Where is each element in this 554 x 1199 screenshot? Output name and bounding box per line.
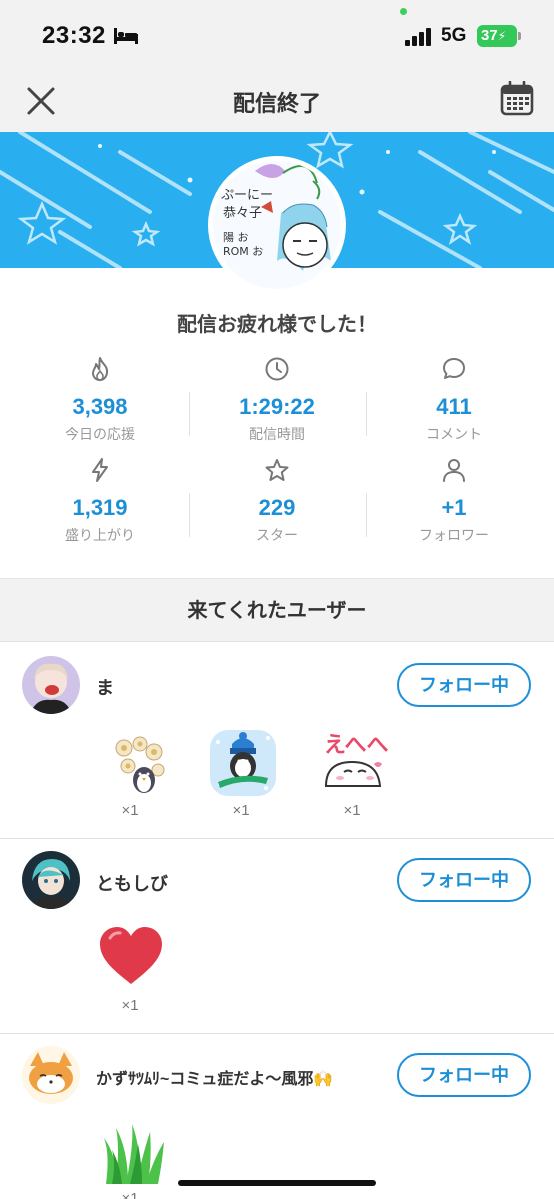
user-name[interactable]: ま	[96, 674, 114, 700]
section-title: 来てくれたユーザー	[187, 600, 367, 622]
stat-value: 1:29:22	[239, 394, 315, 419]
flame-icon	[92, 357, 109, 381]
comment-icon	[443, 358, 465, 379]
stat-value: 411	[436, 394, 472, 419]
stat-todays-support: 3,398 今日の応援	[8, 356, 192, 444]
stat-value: +1	[441, 495, 467, 520]
stat-label: 盛り上がり	[65, 527, 135, 543]
lightning-icon	[92, 458, 108, 482]
page-title: 配信終了	[232, 91, 321, 116]
clock-icon	[265, 357, 289, 381]
row-divider	[0, 838, 554, 839]
avatar-text-3: 陽 お	[223, 231, 249, 244]
battery-indicator: 37⚡	[477, 25, 521, 47]
signal-icon	[405, 28, 431, 46]
grass-gift-icon	[100, 1124, 170, 1194]
following-button[interactable]: フォロー中	[397, 858, 531, 902]
status-bar: 23:32 5G 37⚡	[0, 0, 554, 72]
flower-penguin-gift-icon	[106, 730, 176, 800]
person-icon	[443, 459, 465, 482]
nav-bar: 配信終了	[0, 72, 554, 132]
user-avatar-illustration	[22, 1046, 80, 1104]
avatar-text-2: 恭々子	[223, 206, 262, 221]
user-name[interactable]: ともしび	[96, 870, 168, 896]
stat-stream-time: 1:29:22 配信時間	[185, 356, 369, 444]
battery-level: 37	[481, 27, 498, 44]
user-avatar-illustration	[22, 656, 80, 714]
user-avatar[interactable]	[22, 656, 80, 714]
stat-excitement: 1,319 盛り上がり	[8, 457, 192, 545]
streamer-avatar-illustration: ぷーにー 恭々子 陽 お ROM お	[213, 161, 341, 289]
visiting-users-header: 来てくれたユーザー	[0, 578, 554, 642]
row-divider	[0, 1033, 554, 1034]
gift-count: ×1	[121, 1190, 139, 1199]
gift-count: ×1	[232, 802, 250, 819]
stat-comments: 411 コメント	[362, 356, 546, 444]
network-type: 5G	[441, 25, 467, 46]
gift-count: ×1	[121, 802, 139, 819]
user-avatar-illustration	[22, 851, 80, 909]
stat-label: 今日の応援	[65, 426, 135, 442]
user-avatar[interactable]	[22, 1046, 80, 1104]
stat-label: 配信時間	[249, 426, 305, 442]
snowboard-penguin-gift-icon	[208, 728, 278, 798]
stat-followers: +1 フォロワー	[362, 457, 546, 545]
sleep-bed-icon	[114, 28, 138, 44]
gift-count: ×1	[121, 997, 139, 1014]
status-time: 23:32	[42, 22, 106, 49]
gift-count: ×1	[343, 802, 361, 819]
stat-value: 3,398	[72, 394, 128, 419]
stat-value: 229	[258, 495, 296, 520]
stat-label: コメント	[426, 426, 482, 442]
home-indicator[interactable]	[178, 1180, 376, 1186]
thanks-message: 配信お疲れ様でした！	[177, 314, 377, 336]
gift-text: えへへ	[324, 733, 388, 758]
user-avatar[interactable]	[22, 851, 80, 909]
heart-gift-icon	[96, 924, 166, 994]
avatar-text-1: ぷーにー	[221, 188, 273, 203]
stat-stars: 229 スター	[185, 457, 369, 545]
streamer-avatar: ぷーにー 恭々子 陽 お ROM お	[208, 156, 346, 294]
ehehe-mochi-gift-icon: えへへ	[318, 728, 388, 798]
following-button[interactable]: フォロー中	[397, 663, 531, 707]
stat-value: 1,319	[72, 495, 128, 520]
calendar-icon[interactable]	[500, 81, 534, 117]
stat-label: フォロワー	[419, 527, 489, 543]
avatar-text-4: ROM お	[223, 245, 263, 258]
stat-label: スター	[256, 527, 298, 543]
user-name[interactable]: かずｻﾂﾑﾘ~コミュ症だよ〜風邪🙌	[96, 1065, 333, 1089]
star-icon	[265, 459, 289, 481]
privacy-indicator-dot	[400, 8, 407, 15]
following-button[interactable]: フォロー中	[397, 1053, 531, 1097]
